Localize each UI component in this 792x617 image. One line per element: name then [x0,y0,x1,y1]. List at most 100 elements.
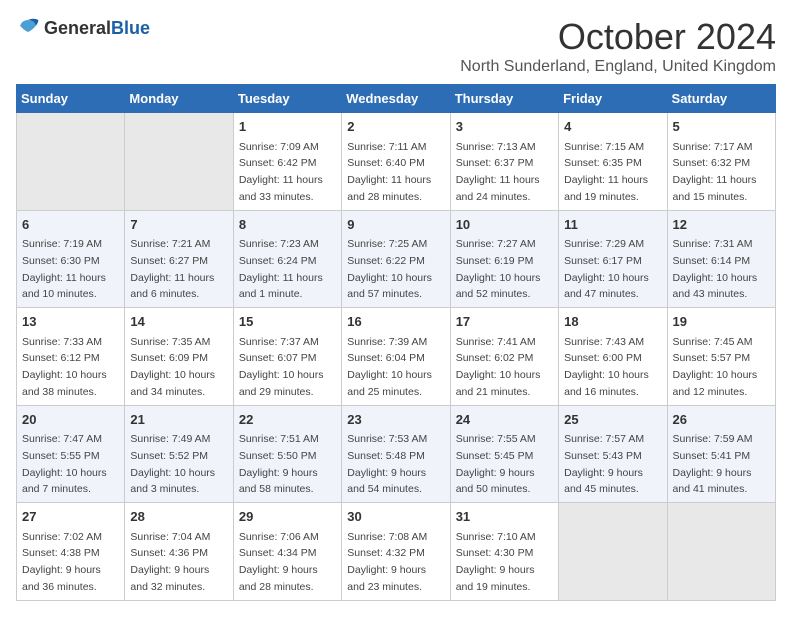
day-number: 8 [239,215,336,235]
logo: GeneralBlue [16,16,150,40]
logo-text: GeneralBlue [44,18,150,39]
calendar-cell [667,503,775,601]
day-number: 1 [239,117,336,137]
cell-info: Sunrise: 7:09 AMSunset: 6:42 PMDaylight:… [239,141,323,203]
logo-general: General [44,18,111,38]
cell-info: Sunrise: 7:11 AMSunset: 6:40 PMDaylight:… [347,141,431,203]
title-area: October 2024 North Sunderland, England, … [460,16,776,76]
day-number: 2 [347,117,444,137]
cell-info: Sunrise: 7:08 AMSunset: 4:32 PMDaylight:… [347,531,427,593]
calendar-cell: 23 Sunrise: 7:53 AMSunset: 5:48 PMDayligh… [342,405,450,503]
calendar-cell: 2 Sunrise: 7:11 AMSunset: 6:40 PMDaylight… [342,113,450,211]
calendar-cell: 14 Sunrise: 7:35 AMSunset: 6:09 PMDayligh… [125,308,233,406]
calendar-cell: 7 Sunrise: 7:21 AMSunset: 6:27 PMDaylight… [125,210,233,308]
location-title: North Sunderland, England, United Kingdo… [460,58,776,76]
day-number: 11 [564,215,661,235]
day-number: 24 [456,410,553,430]
weekday-header: Friday [559,85,667,113]
day-number: 28 [130,507,227,527]
day-number: 19 [673,312,770,332]
calendar-cell: 8Sunrise: 7:23 AMSunset: 6:24 PMDaylight… [233,210,341,308]
cell-info: Sunrise: 7:19 AMSunset: 6:30 PMDaylight:… [22,238,106,300]
calendar-cell: 13 Sunrise: 7:33 AMSunset: 6:12 PMDayligh… [17,308,125,406]
calendar-cell: 12Sunrise: 7:31 AMSunset: 6:14 PMDayligh… [667,210,775,308]
cell-info: Sunrise: 7:59 AMSunset: 5:41 PMDaylight:… [673,433,753,495]
calendar-cell: 29Sunrise: 7:06 AMSunset: 4:34 PMDayligh… [233,503,341,601]
cell-info: Sunrise: 7:35 AMSunset: 6:09 PMDaylight:… [130,336,215,398]
day-number: 30 [347,507,444,527]
calendar-cell: 26 Sunrise: 7:59 AMSunset: 5:41 PMDayligh… [667,405,775,503]
cell-info: Sunrise: 7:41 AMSunset: 6:02 PMDaylight:… [456,336,541,398]
day-number: 18 [564,312,661,332]
cell-info: Sunrise: 7:43 AMSunset: 6:00 PMDaylight:… [564,336,649,398]
month-title: October 2024 [460,16,776,58]
weekday-header-row: SundayMondayTuesdayWednesdayThursdayFrid… [17,85,776,113]
calendar-cell: 24Sunrise: 7:55 AMSunset: 5:45 PMDayligh… [450,405,558,503]
weekday-header: Saturday [667,85,775,113]
calendar-cell: 19 Sunrise: 7:45 AMSunset: 5:57 PMDayligh… [667,308,775,406]
day-number: 21 [130,410,227,430]
day-number: 26 [673,410,770,430]
weekday-header: Sunday [17,85,125,113]
cell-info: Sunrise: 7:47 AMSunset: 5:55 PMDaylight:… [22,433,107,495]
calendar-cell: 16 Sunrise: 7:39 AMSunset: 6:04 PMDayligh… [342,308,450,406]
calendar-cell: 31Sunrise: 7:10 AMSunset: 4:30 PMDayligh… [450,503,558,601]
calendar-cell: 21 Sunrise: 7:49 AMSunset: 5:52 PMDayligh… [125,405,233,503]
cell-info: Sunrise: 7:06 AMSunset: 4:34 PMDaylight:… [239,531,319,593]
weekday-header: Wednesday [342,85,450,113]
calendar-cell: 17Sunrise: 7:41 AMSunset: 6:02 PMDayligh… [450,308,558,406]
day-number: 5 [673,117,770,137]
calendar-cell: 22Sunrise: 7:51 AMSunset: 5:50 PMDayligh… [233,405,341,503]
calendar-week-row: 1 Sunrise: 7:09 AMSunset: 6:42 PMDaylight… [17,113,776,211]
cell-info: Sunrise: 7:45 AMSunset: 5:57 PMDaylight:… [673,336,758,398]
cell-info: Sunrise: 7:33 AMSunset: 6:12 PMDaylight:… [22,336,107,398]
cell-info: Sunrise: 7:13 AMSunset: 6:37 PMDaylight:… [456,141,540,203]
day-number: 15 [239,312,336,332]
calendar-cell [125,113,233,211]
calendar-cell: 15 Sunrise: 7:37 AMSunset: 6:07 PMDayligh… [233,308,341,406]
page-header: GeneralBlue October 2024 North Sunderlan… [16,16,776,76]
day-number: 13 [22,312,119,332]
calendar-table: SundayMondayTuesdayWednesdayThursdayFrid… [16,84,776,601]
day-number: 31 [456,507,553,527]
day-number: 7 [130,215,227,235]
calendar-week-row: 6Sunrise: 7:19 AMSunset: 6:30 PMDaylight… [17,210,776,308]
day-number: 4 [564,117,661,137]
calendar-cell [559,503,667,601]
cell-info: Sunrise: 7:29 AMSunset: 6:17 PMDaylight:… [564,238,649,300]
calendar-cell: 30 Sunrise: 7:08 AMSunset: 4:32 PMDayligh… [342,503,450,601]
cell-info: Sunrise: 7:39 AMSunset: 6:04 PMDaylight:… [347,336,432,398]
calendar-cell: 10 Sunrise: 7:27 AMSunset: 6:19 PMDayligh… [450,210,558,308]
calendar-cell: 20Sunrise: 7:47 AMSunset: 5:55 PMDayligh… [17,405,125,503]
day-number: 27 [22,507,119,527]
day-number: 9 [347,215,444,235]
cell-info: Sunrise: 7:49 AMSunset: 5:52 PMDaylight:… [130,433,215,495]
calendar-cell: 5Sunrise: 7:17 AMSunset: 6:32 PMDaylight… [667,113,775,211]
calendar-cell: 1 Sunrise: 7:09 AMSunset: 6:42 PMDaylight… [233,113,341,211]
calendar-cell: 11 Sunrise: 7:29 AMSunset: 6:17 PMDayligh… [559,210,667,308]
calendar-cell: 9 Sunrise: 7:25 AMSunset: 6:22 PMDaylight… [342,210,450,308]
weekday-header: Thursday [450,85,558,113]
day-number: 16 [347,312,444,332]
cell-info: Sunrise: 7:04 AMSunset: 4:36 PMDaylight:… [130,531,210,593]
weekday-header: Tuesday [233,85,341,113]
day-number: 25 [564,410,661,430]
calendar-cell [17,113,125,211]
day-number: 23 [347,410,444,430]
cell-info: Sunrise: 7:21 AMSunset: 6:27 PMDaylight:… [130,238,214,300]
cell-info: Sunrise: 7:25 AMSunset: 6:22 PMDaylight:… [347,238,432,300]
cell-info: Sunrise: 7:15 AMSunset: 6:35 PMDaylight:… [564,141,648,203]
logo-blue: Blue [111,18,150,38]
cell-info: Sunrise: 7:37 AMSunset: 6:07 PMDaylight:… [239,336,324,398]
cell-info: Sunrise: 7:57 AMSunset: 5:43 PMDaylight:… [564,433,644,495]
day-number: 12 [673,215,770,235]
cell-info: Sunrise: 7:53 AMSunset: 5:48 PMDaylight:… [347,433,427,495]
calendar-week-row: 20Sunrise: 7:47 AMSunset: 5:55 PMDayligh… [17,405,776,503]
calendar-week-row: 27Sunrise: 7:02 AMSunset: 4:38 PMDayligh… [17,503,776,601]
day-number: 14 [130,312,227,332]
calendar-week-row: 13 Sunrise: 7:33 AMSunset: 6:12 PMDayligh… [17,308,776,406]
logo-icon [16,16,40,40]
cell-info: Sunrise: 7:27 AMSunset: 6:19 PMDaylight:… [456,238,541,300]
calendar-cell: 25 Sunrise: 7:57 AMSunset: 5:43 PMDayligh… [559,405,667,503]
day-number: 10 [456,215,553,235]
